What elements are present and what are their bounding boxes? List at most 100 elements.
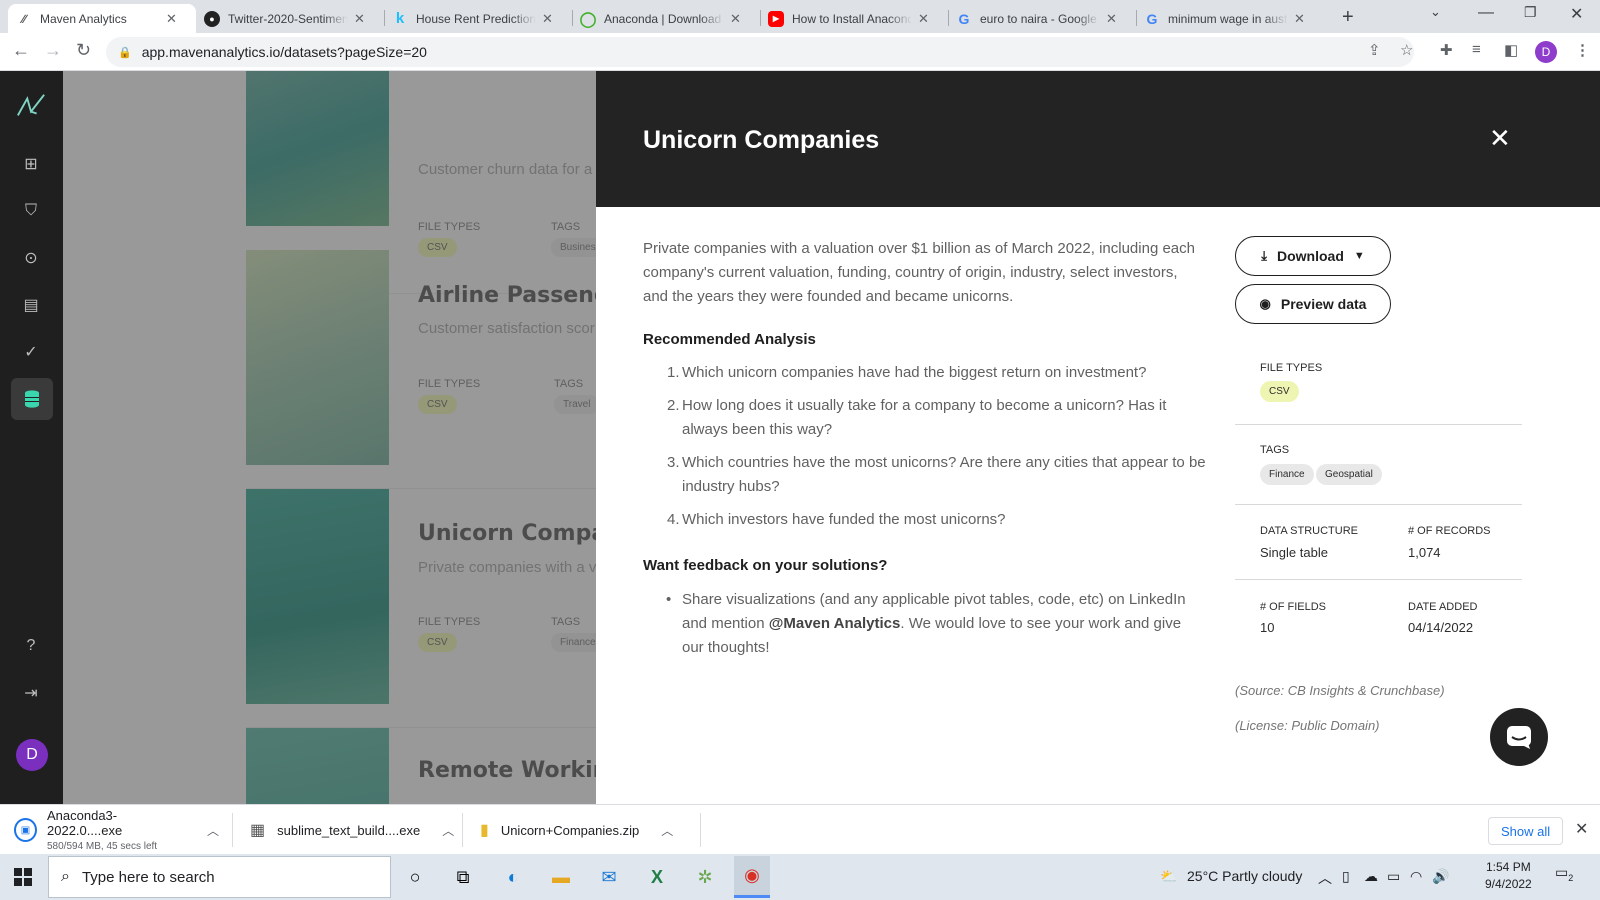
learning-paths-icon[interactable]: ⛉ [16,196,46,226]
close-tab-icon[interactable]: ✕ [542,11,553,27]
excel-icon[interactable]: X [644,864,670,890]
windows-start-icon[interactable] [10,864,36,890]
search-icon: ⌕ [61,868,70,885]
database-icon[interactable] [11,378,53,420]
database-svg [25,390,39,408]
close-downloads-icon[interactable]: ✕ [1575,819,1588,839]
clock-time: 1:54 PM [1486,860,1531,874]
tab-kaggle[interactable]: k House Rent Prediction D ✕ [384,4,572,33]
maven-app: ⊞ ⛉ ⊙ ▤ ✓ ? ⇥ D Customer churn data for … [0,71,1600,804]
close-tab-icon[interactable]: ✕ [1294,11,1305,27]
close-icon[interactable]: ✕ [1489,123,1511,154]
weather-text[interactable]: 25°C Partly cloudy [1187,868,1302,884]
license-text: (License: Public Domain) [1235,718,1380,733]
preview-data-button[interactable]: ◉ Preview data [1235,284,1391,324]
volume-icon[interactable]: 🔊 [1432,868,1449,885]
dashboard-icon[interactable]: ⊞ [16,149,46,179]
side-panel-icon[interactable]: ◧ [1504,41,1518,59]
logout-icon[interactable]: ⇥ [16,678,46,708]
modal-backdrop[interactable] [63,71,596,804]
chevron-up-icon[interactable]: ︿ [442,822,454,839]
download-item[interactable]: ▣ Anaconda3-2022.0....exe 580/594 MB, 45… [14,805,219,855]
close-tab-icon[interactable]: ✕ [354,11,365,27]
show-hidden-icons[interactable]: ︿ [1318,868,1332,888]
tab-title: Maven Analytics [40,11,127,26]
battery-icon[interactable]: ▭ [1387,868,1400,885]
bullet-icon: • [666,591,672,608]
onedrive-icon[interactable]: ☁ [1364,868,1378,885]
window-close-icon[interactable]: ✕ [1570,4,1583,24]
file-explorer-icon[interactable]: ▬ [548,864,574,890]
kaggle-icon: k [395,10,405,27]
item-number: 4. [667,511,680,528]
download-item[interactable]: ▦ sublime_text_build....exe ︿ [250,805,454,855]
tab-github[interactable]: ● Twitter-2020-Sentiment ✕ [196,4,384,33]
chat-launcher-button[interactable] [1490,708,1548,766]
user-avatar[interactable]: D [16,739,48,771]
tab-title: Twitter-2020-Sentiment [228,11,348,26]
download-separator [232,813,233,847]
show-all-button[interactable]: Show all [1488,817,1564,845]
tab-youtube[interactable]: ▶ How to Install Anaconda ✕ [760,4,948,33]
download-button[interactable]: ⤓ Download ▼ [1235,236,1391,276]
profile-avatar[interactable]: D [1535,41,1557,63]
new-tab-icon[interactable]: + [1342,6,1354,29]
chevron-up-icon[interactable]: ︿ [661,822,673,839]
edge-icon[interactable]: ◐ [500,864,526,890]
tag-chip: Finance [1260,464,1314,485]
url-bar[interactable]: 🔒 app.mavenanalytics.io/datasets?pageSiz… [106,37,1414,67]
document-icon[interactable]: ▤ [16,290,46,320]
taskbar-search-input[interactable]: ⌕ Type here to search [48,856,391,898]
data-structure-value: Single table [1260,545,1328,560]
tab-search-chevron-icon[interactable]: ⌄ [1430,4,1441,20]
google-icon: G [958,10,970,27]
bookmark-star-icon[interactable]: ☆ [1400,41,1413,59]
back-icon[interactable]: ← [12,40,30,61]
preview-label: Preview data [1280,296,1367,312]
feedback-heading: Want feedback on your solutions? [643,557,888,574]
download-separator [462,813,463,847]
tab-anaconda[interactable]: ◯ Anaconda | Download S ✕ [572,4,760,33]
weather-icon[interactable]: ⛅ [1160,868,1177,885]
file-icon: ▦ [250,822,266,839]
lock-icon: 🔒 [118,46,132,59]
notification-count: 2 [1568,872,1574,883]
profile-initial: D [1541,45,1551,59]
check-circle-icon[interactable]: ✓ [16,337,46,367]
share-icon[interactable]: ⇪ [1368,41,1381,59]
forward-icon[interactable]: → [44,40,62,61]
restore-icon[interactable]: ❐ [1524,4,1537,21]
cortana-icon[interactable]: ○ [402,864,428,890]
minimize-icon[interactable]: — [1478,4,1494,22]
maven-logo-icon[interactable] [16,91,46,121]
recommended-analysis-heading: Recommended Analysis [643,331,816,348]
tab-google-euro[interactable]: G euro to naira - Google S ✕ [948,4,1136,33]
close-tab-icon[interactable]: ✕ [918,11,929,27]
close-tab-icon[interactable]: ✕ [730,11,741,27]
chevron-up-icon[interactable]: ︿ [207,822,219,839]
data-structure-label: DATA STRUCTURE [1260,525,1358,537]
mail-icon[interactable]: ✉ [596,864,622,890]
media-control-icon[interactable]: ≡ [1472,41,1481,58]
tab-maven-analytics[interactable]: ∕∕ Maven Analytics ✕ [8,4,196,33]
close-tab-icon[interactable]: ✕ [166,11,177,27]
maven-logo-icon: ∕∕ [21,11,26,26]
tab-google-wage[interactable]: G minimum wage in austr ✕ [1136,4,1324,33]
play-circle-icon[interactable]: ⊙ [16,243,46,273]
help-icon[interactable]: ? [16,631,46,661]
meet-now-icon[interactable]: ▯ [1342,868,1350,885]
wifi-icon[interactable]: ◠ [1410,868,1422,885]
extensions-puzzle-icon[interactable]: ✚ [1440,41,1453,59]
clock[interactable]: 1:54 PM 9/4/2022 [1485,859,1532,893]
item-text: How long does it usually take for a comp… [682,397,1167,438]
notifications-icon[interactable]: ▭2 [1555,864,1573,883]
app-icon[interactable]: ✲ [692,864,718,890]
download-item[interactable]: ▮ Unicorn+Companies.zip ︿ [480,805,685,855]
browser-menu-icon[interactable]: ⋮ [1575,41,1590,59]
tab-title: How to Install Anaconda [792,11,912,26]
task-view-icon[interactable]: ⧉ [450,864,476,890]
reload-icon[interactable]: ↻ [76,40,91,61]
chrome-icon[interactable]: ◉ [734,856,770,898]
tab-title: euro to naira - Google S [980,11,1100,26]
close-tab-icon[interactable]: ✕ [1106,11,1117,27]
